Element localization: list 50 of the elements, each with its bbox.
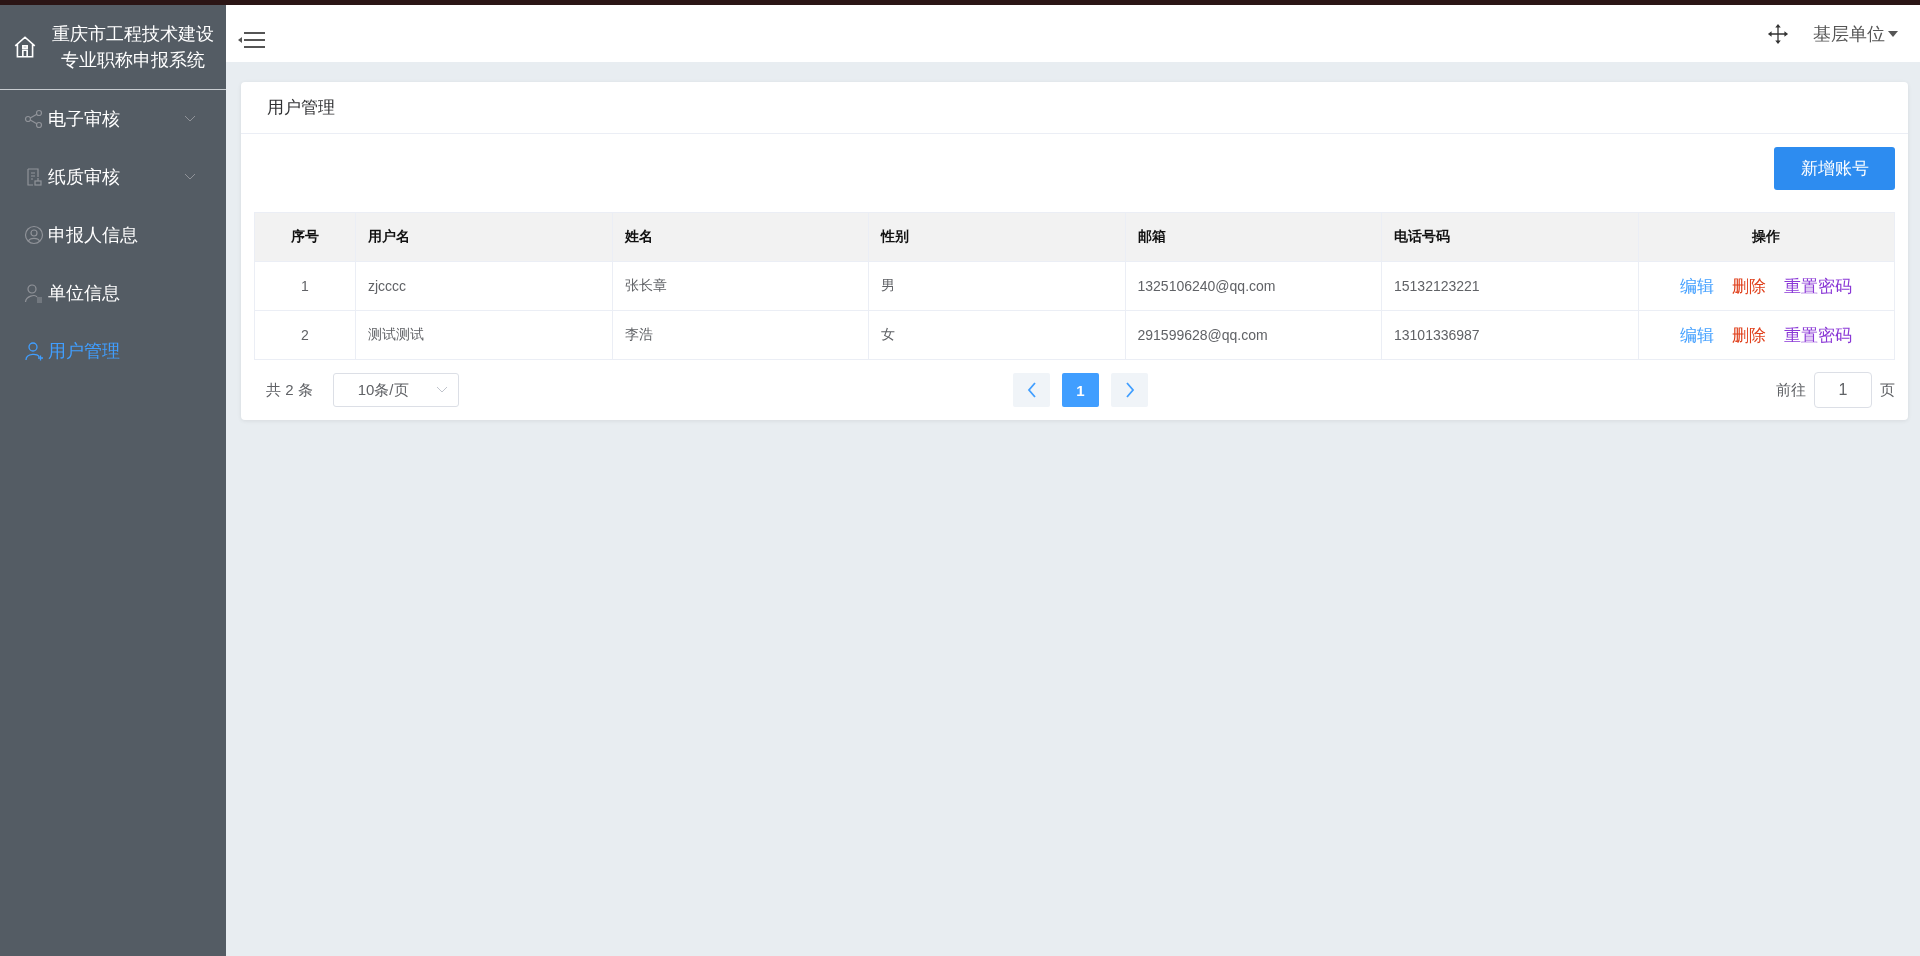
goto-label: 前往 (1776, 380, 1806, 400)
table-cell: 1325106240@qq.com (1137, 278, 1276, 294)
table-cell: 15132123221 (1394, 278, 1480, 294)
user-list-icon (24, 283, 44, 303)
table-cell: 13101336987 (1394, 327, 1480, 343)
column-header: 性别 (881, 228, 909, 244)
column-header: 用户名 (368, 228, 410, 244)
caret-icon (1888, 30, 1898, 37)
table-cell: 291599628@qq.com (1137, 327, 1268, 343)
table-cell: 李浩 (624, 326, 653, 342)
action-link[interactable]: 删除 (1732, 276, 1767, 296)
document-stamp-icon (24, 167, 44, 187)
table-cell: 2 (301, 327, 309, 343)
user-dropdown[interactable]: 基层单位 (1813, 21, 1898, 46)
table-cell: 张长章 (624, 277, 667, 293)
page-title: 用户管理 (267, 97, 335, 119)
move-arrows-icon[interactable] (1767, 22, 1789, 45)
table-cell: 测试测试 (368, 326, 424, 342)
chevron-down-icon (184, 115, 196, 123)
page-unit-label: 页 (1880, 380, 1895, 400)
column-header: 邮箱 (1137, 228, 1166, 244)
action-link[interactable]: 重置密码 (1784, 325, 1853, 345)
page-size-select[interactable]: 10条/页 (332, 373, 459, 407)
action-link[interactable]: 重置密码 (1784, 276, 1853, 296)
chevron-left-icon (1026, 382, 1037, 398)
goto-page-field[interactable]: 1 (1814, 372, 1872, 408)
table-cell: 男 (881, 277, 895, 293)
share-icon (24, 109, 44, 129)
action-link[interactable]: 删除 (1732, 325, 1767, 345)
column-header: 序号 (291, 228, 319, 244)
table-cell: zjcccc (368, 278, 407, 294)
chevron-right-icon (1124, 382, 1135, 398)
user-circle-icon (24, 225, 44, 245)
sidebar-item[interactable]: 单位信息 (0, 264, 226, 322)
column-header: 电话号码 (1394, 228, 1450, 244)
home-icon (12, 34, 38, 60)
table-cell: 1 (301, 278, 309, 294)
sidebar-item[interactable]: 电子审核 (0, 90, 226, 148)
add-account-button[interactable]: 新增账号 (1774, 147, 1895, 190)
total-count: 共 2 条 (266, 380, 313, 400)
chevron-down-icon (184, 173, 196, 181)
column-header: 操作 (1752, 228, 1781, 244)
sidebar-item[interactable]: 申报人信息 (0, 206, 226, 264)
table-cell: 女 (881, 326, 895, 342)
chevron-down-icon (435, 386, 448, 394)
system-title: 重庆市工程技术建设 专业职称申报系统 (52, 23, 214, 72)
user-add-icon (24, 341, 44, 361)
column-header: 姓名 (624, 228, 653, 244)
menu-collapse-icon[interactable] (238, 29, 266, 50)
sidebar-item[interactable]: 纸质审核 (0, 148, 226, 206)
